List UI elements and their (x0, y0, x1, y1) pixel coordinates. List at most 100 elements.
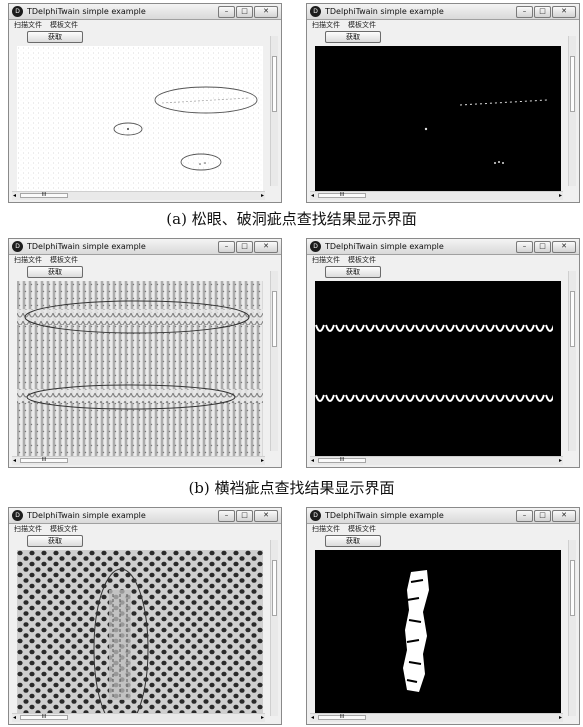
acquire-button[interactable]: 获取 (325, 31, 381, 43)
vertical-scrollbar[interactable] (568, 540, 576, 716)
menu-scan-file[interactable]: 扫描文件 (14, 524, 42, 535)
close-icon[interactable]: ✕ (254, 5, 278, 18)
minimize-icon[interactable]: – (218, 5, 235, 18)
menu-bar: 扫描文件 模板文件 (9, 20, 281, 31)
title-bar: D TDelphiTwain simple example – □ ✕ (9, 4, 281, 20)
close-icon[interactable]: ✕ (552, 240, 576, 253)
maximize-icon[interactable]: □ (236, 509, 253, 522)
scroll-right-icon[interactable]: ▸ (261, 192, 264, 200)
scroll-thumb[interactable]: III (318, 458, 366, 463)
title-bar: D TDelphiTwain simple example – □ ✕ (9, 508, 281, 524)
acquire-button[interactable]: 获取 (27, 31, 83, 43)
app-icon: D (12, 6, 23, 17)
scroll-right-icon[interactable]: ▸ (559, 457, 562, 465)
scroll-left-icon[interactable]: ◂ (311, 192, 314, 200)
scroll-left-icon[interactable]: ◂ (13, 714, 16, 722)
menu-template-file[interactable]: 模板文件 (50, 255, 78, 266)
fabric-image-canvas (17, 46, 263, 192)
result-image (315, 550, 561, 720)
title-bar: D TDelphiTwain simple example – □ ✕ (307, 4, 579, 20)
menu-bar: 扫描文件 模板文件 (9, 255, 281, 266)
scroll-left-icon[interactable]: ◂ (13, 457, 16, 465)
scroll-left-icon[interactable]: ◂ (13, 192, 16, 200)
window-title: TDelphiTwain simple example (325, 7, 444, 16)
scroll-thumb[interactable]: III (20, 715, 68, 720)
maximize-icon[interactable]: □ (534, 509, 551, 522)
minimize-icon[interactable]: – (218, 240, 235, 253)
vertical-scrollbar[interactable] (568, 36, 576, 186)
title-bar: D TDelphiTwain simple example – □ ✕ (307, 239, 579, 255)
acquire-button[interactable]: 获取 (325, 535, 381, 547)
minimize-icon[interactable]: – (218, 509, 235, 522)
caption-a: (a) 松眼、破洞疵点查找结果显示界面 (166, 210, 417, 228)
window-title: TDelphiTwain simple example (325, 511, 444, 520)
scroll-right-icon[interactable]: ▸ (559, 714, 562, 722)
menu-scan-file[interactable]: 扫描文件 (14, 20, 42, 31)
scroll-left-icon[interactable]: ◂ (311, 457, 314, 465)
minimize-icon[interactable]: – (516, 5, 533, 18)
scroll-left-icon[interactable]: ◂ (311, 714, 314, 722)
menu-template-file[interactable]: 模板文件 (348, 524, 376, 535)
app-icon: D (310, 241, 321, 252)
app-icon: D (310, 510, 321, 521)
maximize-icon[interactable]: □ (534, 5, 551, 18)
menu-template-file[interactable]: 模板文件 (348, 255, 376, 266)
window-title: TDelphiTwain simple example (27, 7, 146, 16)
title-bar: D TDelphiTwain simple example – □ ✕ (307, 508, 579, 524)
horizontal-scrollbar[interactable]: ◂ III ▸ (310, 713, 563, 722)
fabric-image-canvas (17, 281, 263, 457)
menu-template-file[interactable]: 模板文件 (50, 524, 78, 535)
window-a-result: D TDelphiTwain simple example – □ ✕ 扫描文件… (306, 3, 580, 203)
scroll-right-icon[interactable]: ▸ (559, 192, 562, 200)
menu-scan-file[interactable]: 扫描文件 (14, 255, 42, 266)
maximize-icon[interactable]: □ (236, 5, 253, 18)
horizontal-scrollbar[interactable]: ◂ III ▸ (12, 713, 265, 722)
acquire-button[interactable]: 获取 (325, 266, 381, 278)
window-b-original: D TDelphiTwain simple example – □ ✕ 扫描文件… (8, 238, 282, 468)
acquire-button[interactable]: 获取 (27, 266, 83, 278)
scroll-thumb[interactable]: III (318, 193, 366, 198)
scroll-thumb[interactable]: III (20, 458, 68, 463)
close-icon[interactable]: ✕ (552, 509, 576, 522)
fabric-image (17, 550, 263, 720)
horizontal-scrollbar[interactable]: ◂ III ▸ (310, 456, 563, 465)
menu-template-file[interactable]: 模板文件 (348, 20, 376, 31)
close-icon[interactable]: ✕ (254, 509, 278, 522)
menu-template-file[interactable]: 模板文件 (50, 20, 78, 31)
scroll-thumb[interactable]: III (20, 193, 68, 198)
scroll-right-icon[interactable]: ▸ (261, 457, 264, 465)
horizontal-scrollbar[interactable]: ◂ III ▸ (310, 191, 563, 200)
result-image (315, 281, 561, 457)
maximize-icon[interactable]: □ (534, 240, 551, 253)
menu-scan-file[interactable]: 扫描文件 (312, 255, 340, 266)
vertical-scrollbar[interactable] (568, 271, 576, 451)
window-title: TDelphiTwain simple example (27, 511, 146, 520)
vertical-scrollbar[interactable] (270, 36, 278, 186)
result-image-canvas (315, 281, 561, 457)
vertical-scrollbar[interactable] (270, 271, 278, 451)
close-icon[interactable]: ✕ (552, 5, 576, 18)
fabric-image (17, 46, 263, 192)
menu-scan-file[interactable]: 扫描文件 (312, 20, 340, 31)
app-icon: D (12, 241, 23, 252)
acquire-button[interactable]: 获取 (27, 535, 83, 547)
fabric-image-canvas (17, 550, 263, 720)
result-image (315, 46, 561, 192)
window-c-original: D TDelphiTwain simple example – □ ✕ 扫描文件… (8, 507, 282, 725)
window-title: TDelphiTwain simple example (27, 242, 146, 251)
close-icon[interactable]: ✕ (254, 240, 278, 253)
horizontal-scrollbar[interactable]: ◂ III ▸ (12, 456, 265, 465)
vertical-scrollbar[interactable] (270, 540, 278, 716)
result-image-canvas (315, 550, 561, 720)
maximize-icon[interactable]: □ (236, 240, 253, 253)
horizontal-scrollbar[interactable]: ◂ III ▸ (12, 191, 265, 200)
menu-scan-file[interactable]: 扫描文件 (312, 524, 340, 535)
window-a-original: D TDelphiTwain simple example – □ ✕ 扫描文件… (8, 3, 282, 203)
scroll-right-icon[interactable]: ▸ (261, 714, 264, 722)
minimize-icon[interactable]: – (516, 509, 533, 522)
minimize-icon[interactable]: – (516, 240, 533, 253)
menu-bar: 扫描文件 模板文件 (307, 20, 579, 31)
menu-bar: 扫描文件 模板文件 (307, 524, 579, 535)
menu-bar: 扫描文件 模板文件 (307, 255, 579, 266)
scroll-thumb[interactable]: III (318, 715, 366, 720)
